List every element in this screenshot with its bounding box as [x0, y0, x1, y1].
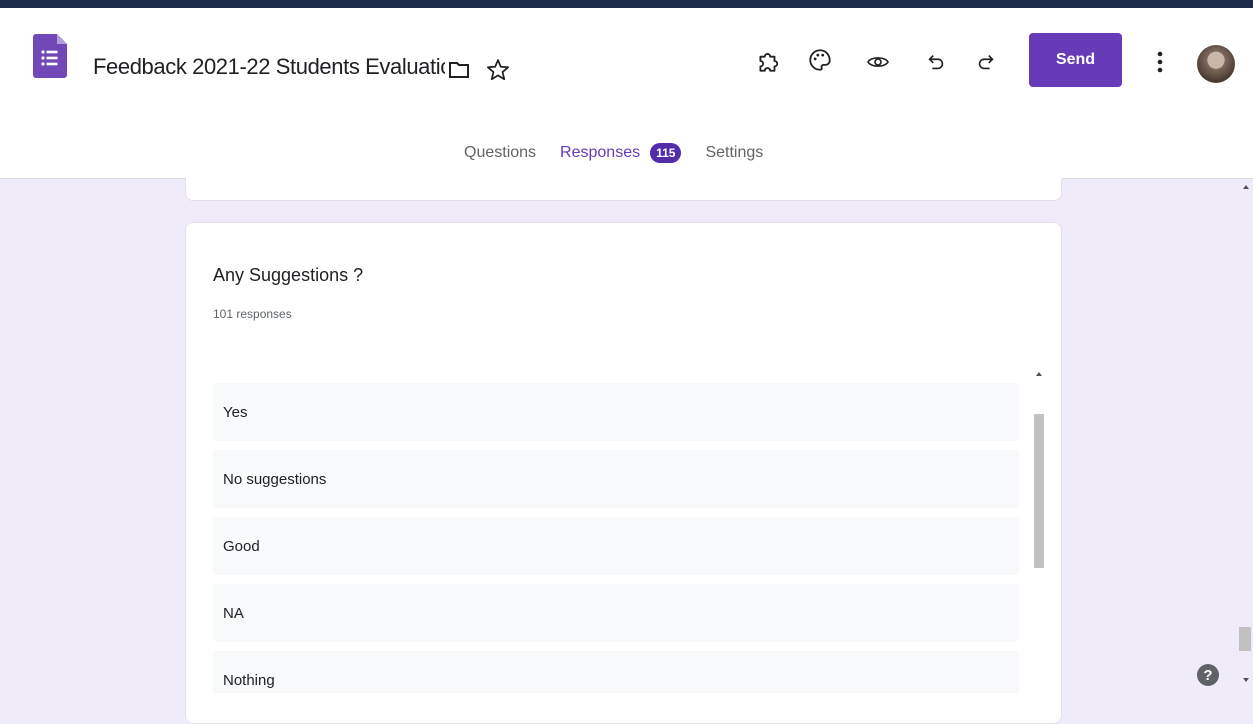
page-scroll-down-arrow-icon[interactable]: [1243, 678, 1249, 682]
palette-icon[interactable]: [807, 47, 833, 73]
send-button[interactable]: Send: [1029, 33, 1122, 87]
window-top-strip: [0, 0, 1253, 8]
star-icon[interactable]: [485, 57, 511, 83]
list-item: No suggestions: [213, 450, 1019, 508]
question-summary-card: Any Suggestions ? 101 responses Yes No s…: [185, 222, 1062, 724]
tab-label: Questions: [464, 144, 537, 161]
list-item: Nothing: [213, 651, 1019, 693]
page-scrollbar-thumb[interactable]: [1239, 627, 1251, 651]
page-scroll-up-arrow-icon[interactable]: [1243, 185, 1249, 189]
help-icon[interactable]: ?: [1197, 664, 1219, 686]
previous-question-card: [185, 178, 1062, 201]
tab-responses[interactable]: Responses 115: [548, 120, 694, 186]
scrollbar-thumb[interactable]: [1034, 414, 1044, 568]
avatar[interactable]: [1197, 45, 1235, 83]
folder-icon[interactable]: [447, 58, 471, 82]
response-count: 101 responses: [213, 307, 292, 321]
tab-settings[interactable]: Settings: [693, 120, 775, 186]
response-list-scrollbar[interactable]: [1028, 362, 1048, 692]
form-title[interactable]: Feedback 2021-22 Students Evaluatic: [93, 54, 445, 80]
tab-label: Settings: [705, 144, 764, 161]
scroll-up-arrow-icon[interactable]: [1036, 372, 1042, 376]
form-tabs: Questions Responses 115 Settings: [452, 120, 775, 186]
tab-questions[interactable]: Questions: [452, 120, 548, 186]
list-item: Yes: [213, 383, 1019, 441]
list-item: Good: [213, 517, 1019, 575]
add-on-icon[interactable]: [755, 48, 781, 74]
list-item: NA: [213, 584, 1019, 642]
tab-label: Responses: [560, 144, 641, 161]
responses-count-badge: 115: [650, 143, 682, 163]
response-list[interactable]: Yes No suggestions Good NA Nothing: [213, 363, 1021, 693]
preview-eye-icon[interactable]: [866, 50, 890, 74]
more-vert-icon[interactable]: [1150, 48, 1170, 76]
google-forms-icon[interactable]: [33, 34, 67, 78]
undo-icon[interactable]: [925, 50, 947, 74]
form-header: Feedback 2021-22 Students Evaluatic Send…: [0, 8, 1253, 186]
redo-icon[interactable]: [975, 50, 997, 74]
question-title: Any Suggestions ?: [213, 265, 364, 285]
